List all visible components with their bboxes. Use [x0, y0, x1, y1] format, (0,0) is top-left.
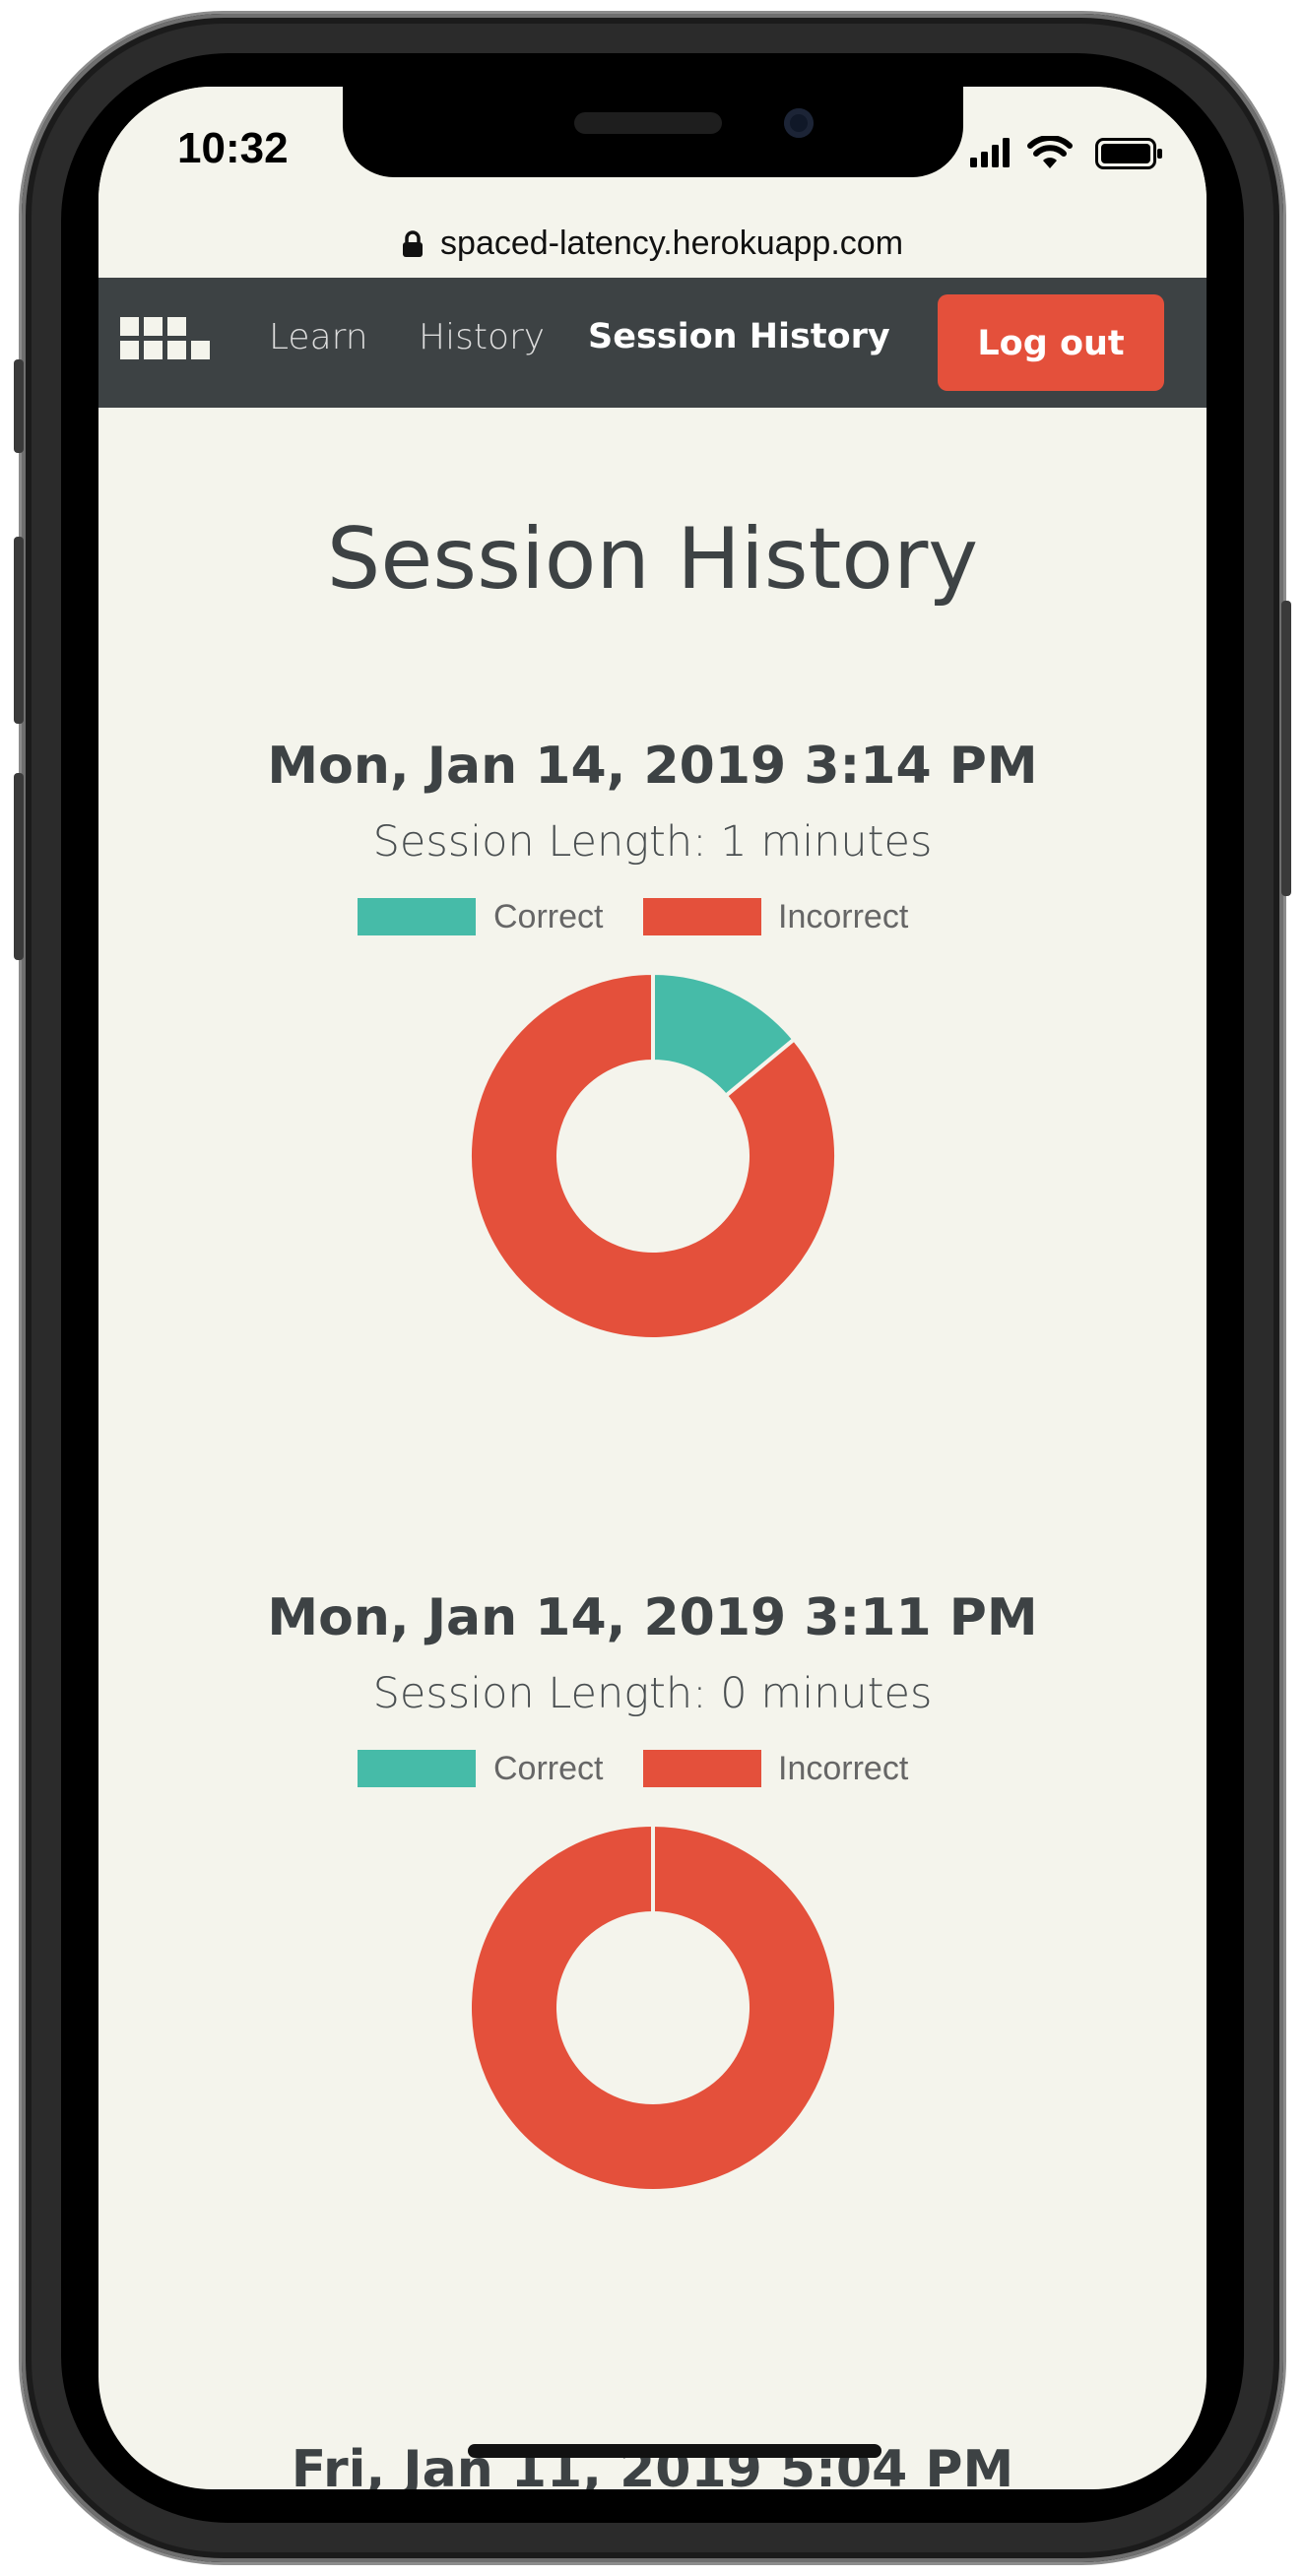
lock-icon: [402, 229, 423, 257]
session-length: Session Length: 0 minutes: [372, 1669, 933, 1718]
session-length: Session Length: 1 minutes: [372, 817, 933, 867]
nav-link-learn[interactable]: Learn: [269, 317, 368, 357]
screen: 10:32 spaced-latency.herokuapp.com Learn…: [98, 87, 1207, 2489]
wifi-icon: [1027, 136, 1073, 168]
speaker: [574, 112, 722, 134]
legend-label-incorrect[interactable]: Incorrect: [778, 1750, 908, 1787]
mute-switch: [14, 359, 24, 453]
logout-button[interactable]: Log out: [938, 294, 1164, 391]
front-camera: [784, 108, 814, 138]
legend-swatch-incorrect[interactable]: [643, 898, 761, 935]
battery-icon: [1095, 138, 1162, 169]
url-text: spaced-latency.herokuapp.com: [440, 225, 904, 262]
power-button: [1281, 601, 1291, 896]
legend-label-correct[interactable]: Correct: [493, 1750, 603, 1787]
home-indicator[interactable]: [468, 2444, 881, 2458]
status-bar: 10:32: [98, 87, 1207, 225]
session-card: Mon, Jan 14, 2019 3:14 PM Session Length…: [98, 737, 1207, 1343]
legend-swatch-incorrect[interactable]: [643, 1750, 761, 1787]
session-date: Mon, Jan 14, 2019 3:14 PM: [267, 737, 1038, 796]
notch: [343, 87, 963, 177]
legend-swatch-correct[interactable]: [358, 1750, 476, 1787]
app-logo-icon[interactable]: [120, 317, 219, 360]
page-title: Session History: [326, 510, 979, 609]
legend-swatch-correct[interactable]: [358, 898, 476, 935]
legend-label-incorrect[interactable]: Incorrect: [778, 898, 908, 935]
session-donut-chart[interactable]: [466, 969, 840, 1343]
nav-link-history[interactable]: History: [419, 317, 545, 357]
navbar: Learn History Session History Log out: [98, 278, 1207, 408]
session-donut-chart[interactable]: [466, 1821, 840, 2195]
chart-legend: Correct Incorrect: [98, 898, 1207, 937]
legend-label-correct[interactable]: Correct: [493, 898, 603, 935]
session-card: Mon, Jan 14, 2019 3:11 PM Session Length…: [98, 1588, 1207, 2195]
volume-down-button: [14, 773, 24, 960]
status-time: 10:32: [177, 124, 289, 172]
nav-link-session-history[interactable]: Session History: [588, 317, 890, 356]
cellular-signal-icon: [970, 138, 1010, 167]
session-date: Mon, Jan 14, 2019 3:11 PM: [267, 1588, 1038, 1647]
volume-up-button: [14, 537, 24, 724]
chart-legend: Correct Incorrect: [98, 1750, 1207, 1789]
